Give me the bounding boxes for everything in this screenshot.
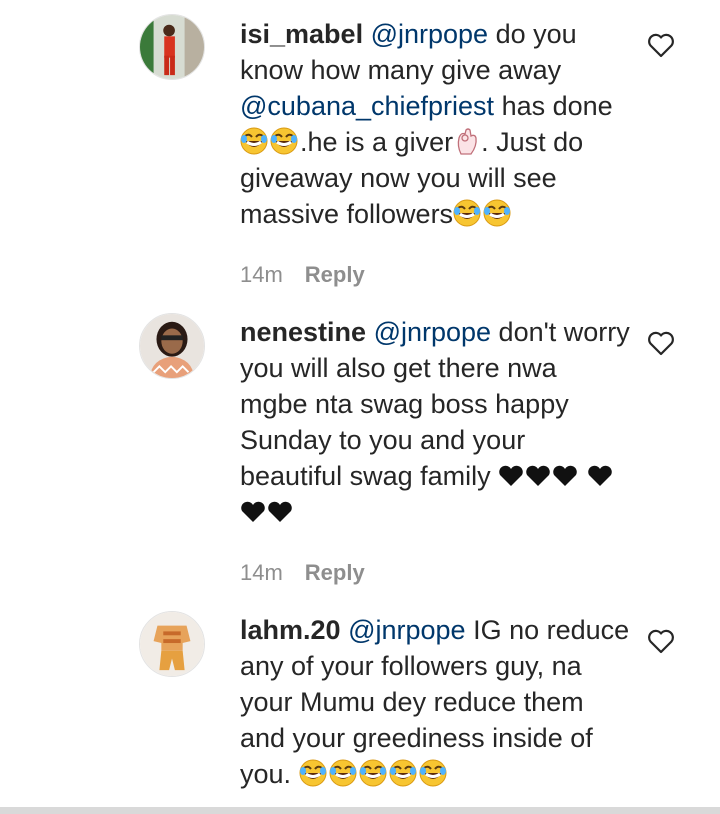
reply-button[interactable]: Reply [305, 560, 365, 585]
comment-username[interactable]: nenestine [240, 317, 366, 347]
avatar[interactable] [139, 611, 205, 677]
comment-meta: 14m Reply [240, 560, 365, 586]
tears-of-joy-emoji [329, 759, 357, 787]
heart-outline-icon[interactable] [646, 30, 676, 60]
comment-text: .he is a giver [300, 127, 454, 157]
comment-timestamp: 14m [240, 560, 283, 585]
heart-suit-emoji [587, 465, 613, 487]
reply-button[interactable]: Reply [305, 262, 365, 287]
comment-body: lahm.20 @jnrpope IG no reduce any of you… [240, 612, 630, 792]
avatar[interactable] [139, 14, 205, 80]
comment-body: nenestine @jnrpope don't worry you will … [240, 314, 630, 530]
heart-outline-icon[interactable] [646, 328, 676, 358]
heart-outline-icon[interactable] [646, 626, 676, 656]
avatar[interactable] [139, 313, 205, 379]
tears-of-joy-emoji [389, 759, 417, 787]
comment-username[interactable]: lahm.20 [240, 615, 341, 645]
heart-suit-emoji [525, 465, 551, 487]
mention-link[interactable]: @jnrpope [374, 317, 491, 347]
tears-of-joy-emoji [299, 759, 327, 787]
mention-link[interactable]: @jnrpope [348, 615, 465, 645]
heart-suit-emoji [498, 465, 524, 487]
comment-timestamp: 14m [240, 262, 283, 287]
comment-body: isi_mabel @jnrpope do you know how many … [240, 16, 630, 232]
ok-hand-emoji [457, 128, 477, 155]
heart-suit-emoji [240, 501, 266, 523]
mention-link[interactable]: @cubana_chiefpriest [240, 91, 494, 121]
bottom-divider [0, 807, 720, 814]
heart-suit-emoji [267, 501, 293, 523]
tears-of-joy-emoji [453, 199, 481, 227]
comment-text: has done [494, 91, 613, 121]
tears-of-joy-emoji [240, 127, 268, 155]
tears-of-joy-emoji [270, 127, 298, 155]
tears-of-joy-emoji [419, 759, 447, 787]
tears-of-joy-emoji [359, 759, 387, 787]
mention-link[interactable]: @jnrpope [371, 19, 488, 49]
comment-meta: 14m Reply [240, 262, 365, 288]
comment-username[interactable]: isi_mabel [240, 19, 363, 49]
heart-suit-emoji [552, 465, 578, 487]
tears-of-joy-emoji [483, 199, 511, 227]
